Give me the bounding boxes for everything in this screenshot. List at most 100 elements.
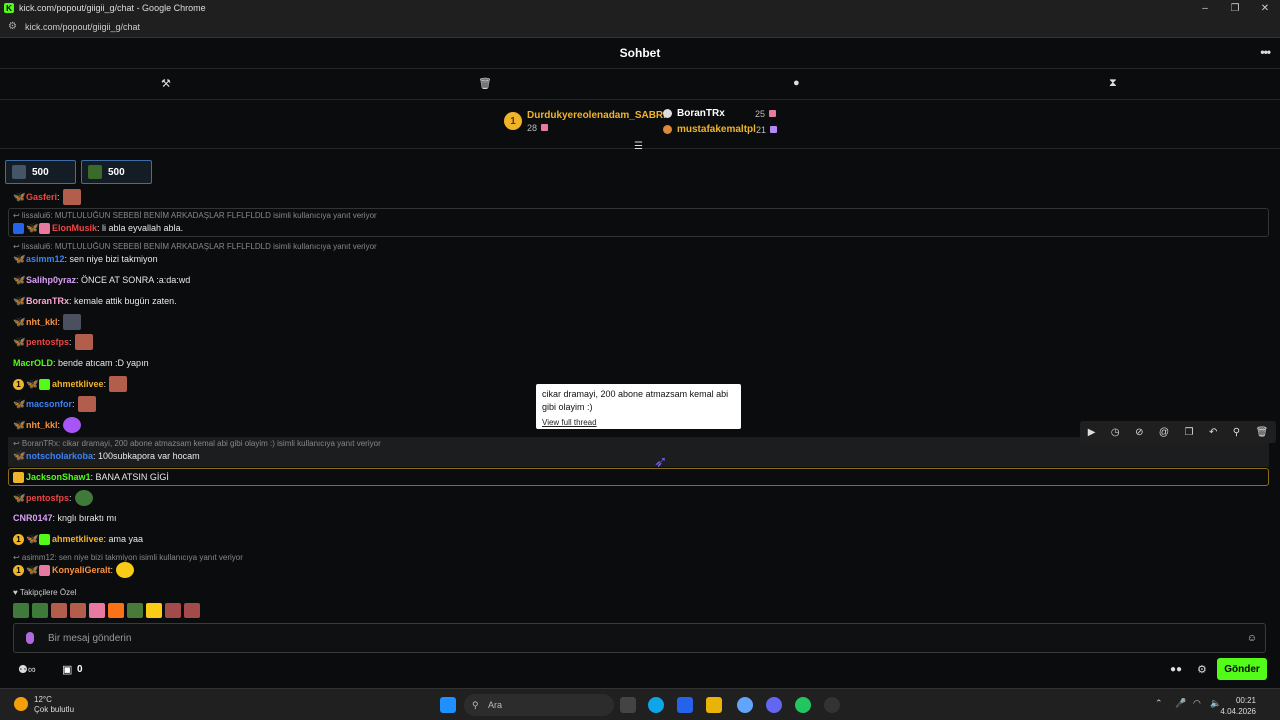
username[interactable]: nht_kkl <box>26 317 58 327</box>
leader-third-name[interactable]: mustafakemaltpl <box>677 124 756 135</box>
task-view-icon[interactable] <box>620 697 636 713</box>
mention-icon[interactable]: @ <box>1159 427 1169 438</box>
edge-icon[interactable] <box>648 697 664 713</box>
emote-icon[interactable] <box>165 603 181 618</box>
gift-icon[interactable]: ▣ <box>62 663 72 676</box>
minimize-button[interactable]: – <box>1190 0 1220 16</box>
username[interactable]: macsonfor <box>26 399 72 409</box>
chat-message[interactable]: 1 🦋 ahmetklivee : ama yaa <box>13 531 143 547</box>
chat-message[interactable]: 🦋 asimm12 : sen niye bizi takmiyon <box>13 251 158 267</box>
clock-icon[interactable]: ◷ <box>1111 427 1120 438</box>
delete-icon[interactable]: 🗑 <box>1256 427 1269 438</box>
username[interactable]: asimm12 <box>26 254 65 264</box>
chrome-icon[interactable] <box>795 697 811 713</box>
username[interactable]: ahmetklivee <box>52 379 104 389</box>
emote-icon[interactable] <box>89 603 105 618</box>
close-button[interactable]: ✕ <box>1250 0 1280 16</box>
taskbar-search[interactable]: ⚲ Ara <box>464 694 614 716</box>
pin-icon[interactable]: ⚲ <box>1233 427 1240 438</box>
chat-message[interactable]: 🦋 ElonMusik : li abla eyvallah abla. <box>13 220 183 236</box>
weather-icon[interactable] <box>14 697 28 711</box>
points-icon[interactable]: ⚉∞ <box>18 663 36 676</box>
site-settings-icon[interactable]: ⚙ <box>8 21 17 32</box>
settings-app-icon[interactable] <box>737 697 753 713</box>
mic-tray-icon[interactable]: 🎤 <box>1175 698 1186 709</box>
reply-context[interactable]: ↩ BoranTRx: cikar dramayi, 200 abone atm… <box>13 439 381 448</box>
butterfly-badge-icon: 🦋 <box>13 316 26 328</box>
play-icon[interactable]: ▶ <box>1088 427 1096 438</box>
copy-icon[interactable]: ❐ <box>1185 427 1194 438</box>
emote-icon[interactable] <box>13 603 29 618</box>
address-bar[interactable]: ⚙ kick.com/popout/giigii_g/chat <box>0 16 1280 38</box>
emoji-icon[interactable]: ☺ <box>1247 633 1257 644</box>
username[interactable]: MacrOLD <box>13 358 53 368</box>
butterfly-badge-icon: 🦋 <box>13 398 26 410</box>
hourglass-icon[interactable]: ⧗ <box>1109 77 1117 90</box>
collapse-chevron-icon[interactable]: ☰ <box>634 141 643 152</box>
more-options-icon[interactable]: ••• <box>1260 45 1271 59</box>
username[interactable]: ElonMusik <box>52 223 97 233</box>
reply-context[interactable]: ↩ lissalui6: MUTLULUĞUN SEBEBİ BENİM ARK… <box>13 242 377 251</box>
trash-icon[interactable]: 🗑 <box>478 77 492 90</box>
username[interactable]: Salihp0yraz <box>26 275 76 285</box>
emote-icon[interactable] <box>51 603 67 618</box>
chat-message[interactable]: 🦋 pentosfps : <box>13 334 93 350</box>
mute-icon[interactable]: ⊘ <box>1135 427 1143 438</box>
username[interactable]: ahmetklivee <box>52 534 104 544</box>
mic-icon[interactable] <box>26 632 34 644</box>
chat-bubble-icon[interactable]: ●● <box>1170 664 1182 675</box>
chat-message[interactable]: 🦋 BoranTRx : kemale attik bugün zaten. <box>13 293 177 309</box>
chat-message[interactable]: JacksonShaw1 : BANA ATSIN GİGİ <box>13 469 169 485</box>
emote-icon[interactable] <box>108 603 124 618</box>
username[interactable]: nht_kkl <box>26 420 58 430</box>
reply-icon[interactable]: ↶ <box>1209 427 1217 438</box>
chat-message[interactable]: MacrOLD : bende atıcam :D yapın <box>13 355 149 371</box>
username[interactable]: BoranTRx <box>26 296 69 306</box>
weather-widget[interactable]: 12°C Çok bulutlu <box>34 695 74 715</box>
username[interactable]: Gasferi <box>26 192 57 202</box>
chat-message[interactable]: 🦋 pentosfps : <box>13 490 93 506</box>
system-clock[interactable]: 00:21 4.04.2026 <box>1220 695 1256 717</box>
username[interactable]: notscholarkoba <box>26 451 93 461</box>
chat-input[interactable]: Bir mesaj gönderin ☺ <box>13 623 1266 653</box>
emote-icon[interactable] <box>127 603 143 618</box>
pinned-gift-pill[interactable]: 500 <box>81 160 152 184</box>
emote-icon[interactable] <box>70 603 86 618</box>
hammer-icon[interactable]: ⚒ <box>161 77 171 90</box>
view-thread-link[interactable]: View full thread <box>542 416 735 429</box>
leader-second-name[interactable]: BoranTRx <box>677 108 725 119</box>
chat-message[interactable]: 🦋 Salihp0yraz : ÖNCE AT SONRA :a:da:wd <box>13 272 190 288</box>
emote-icon[interactable] <box>146 603 162 618</box>
username[interactable]: pentosfps <box>26 337 69 347</box>
username[interactable]: pentosfps <box>26 493 69 503</box>
tray-chevron-icon[interactable]: ⌃ <box>1155 698 1163 709</box>
chat-message[interactable]: 🦋 macsonfor : <box>13 396 96 412</box>
chat-message[interactable]: 🦋 nht_kkl : <box>13 417 82 433</box>
restore-button[interactable]: ❐ <box>1220 0 1250 16</box>
chat-bubble-icon[interactable]: ● <box>793 77 800 89</box>
chat-message[interactable]: 1 🦋 ahmetklivee : <box>13 376 128 392</box>
gear-icon[interactable]: ⚙ <box>1197 663 1207 676</box>
chat-message[interactable]: 🦋 notscholarkoba : 100subkapora var hoca… <box>13 448 200 464</box>
chat-message[interactable]: CNR0147 : knglı bıraktı mı <box>13 510 117 526</box>
pinned-gift-pill[interactable]: 500 <box>5 160 76 184</box>
emote-icon[interactable] <box>32 603 48 618</box>
chat-message[interactable]: 🦋 nht_kkl : <box>13 314 82 330</box>
chat-message[interactable]: 1 🦋 KonyaliGeralt : <box>13 562 135 578</box>
username[interactable]: JacksonShaw1 <box>26 472 91 482</box>
steam-icon[interactable] <box>824 697 840 713</box>
wifi-icon[interactable]: ◠ <box>1193 698 1201 709</box>
store-icon[interactable] <box>677 697 693 713</box>
emote-icon[interactable] <box>184 603 200 618</box>
send-button[interactable]: Gönder <box>1217 658 1267 680</box>
reply-context[interactable]: ↩ asimm12: sen niye bizi takmiyon isimli… <box>13 553 243 562</box>
leader-top-name[interactable]: Durdukyereolenadam_SABRI <box>527 110 666 121</box>
username[interactable]: KonyaliGeralt <box>52 565 111 575</box>
reply-context[interactable]: ↩ lissalui6: MUTLULUĞUN SEBEBİ BENİM ARK… <box>13 211 377 220</box>
chat-message[interactable]: 🦋 Gasferi: <box>13 189 81 205</box>
windows-start-icon[interactable] <box>440 697 456 713</box>
cursor-icon: ➶ <box>654 454 668 471</box>
discord-icon[interactable] <box>766 697 782 713</box>
folder-icon[interactable] <box>706 697 722 713</box>
username[interactable]: CNR0147 <box>13 513 53 523</box>
